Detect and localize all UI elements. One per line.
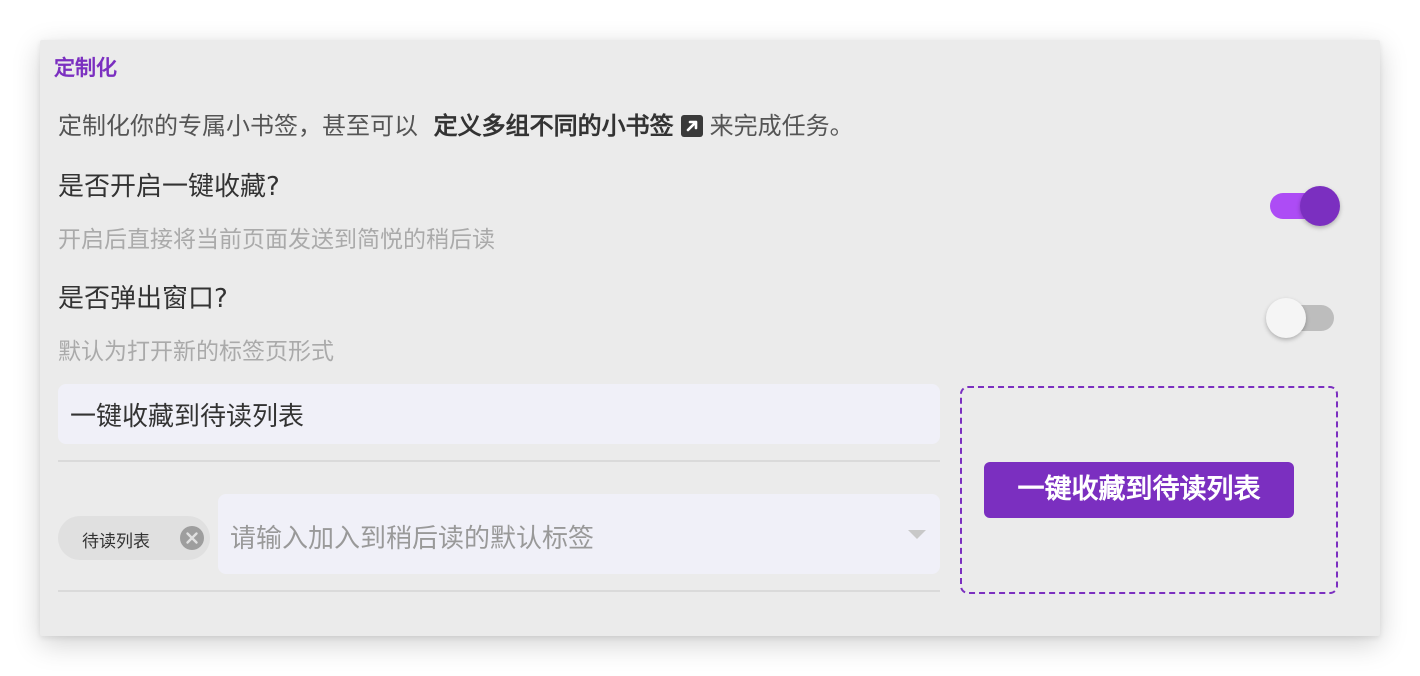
description-suffix: 来完成任务。 <box>709 112 854 140</box>
tag-chip[interactable]: 待读列表 <box>58 516 210 560</box>
customization-card: 定制化 定制化你的专属小书签，甚至可以 定义多组不同的小书签 来完成任务。 是否… <box>40 40 1380 636</box>
default-tags-select[interactable]: 请输入加入到稍后读的默认标签 <box>218 494 940 574</box>
bookmarklet-name-input[interactable] <box>58 384 940 444</box>
close-circle-icon[interactable] <box>180 526 204 550</box>
section-title: 定制化 <box>54 56 117 80</box>
multi-bookmarklet-link-text: 定义多组不同的小书签 <box>433 112 674 140</box>
section-description: 定制化你的专属小书签，甚至可以 定义多组不同的小书签 来完成任务。 <box>58 106 854 141</box>
toggle-thumb <box>1266 298 1306 338</box>
external-link-icon <box>680 115 703 137</box>
bookmarklet-preview-area: 一键收藏到待读列表 <box>960 386 1338 594</box>
popup-window-toggle[interactable] <box>1266 298 1338 338</box>
one-click-save-toggle[interactable] <box>1268 186 1340 226</box>
one-click-save-hint: 开启后直接将当前页面发送到简悦的稍后读 <box>58 227 495 253</box>
popup-window-hint: 默认为打开新的标签页形式 <box>58 339 334 365</box>
tag-chip-label: 待读列表 <box>82 532 150 552</box>
toggle-thumb <box>1300 186 1340 226</box>
popup-window-label: 是否弹出窗口? <box>58 284 228 314</box>
multi-bookmarklet-link[interactable]: 定义多组不同的小书签 <box>434 112 710 140</box>
name-input-underline <box>58 460 940 462</box>
bookmarklet-button[interactable]: 一键收藏到待读列表 <box>984 462 1294 518</box>
description-prefix: 定制化你的专属小书签，甚至可以 <box>58 112 418 140</box>
one-click-save-label: 是否开启一键收藏? <box>58 172 280 202</box>
tags-underline <box>58 590 940 592</box>
caret-down-icon <box>908 530 926 539</box>
default-tags-placeholder: 请输入加入到稍后读的默认标签 <box>230 524 595 554</box>
